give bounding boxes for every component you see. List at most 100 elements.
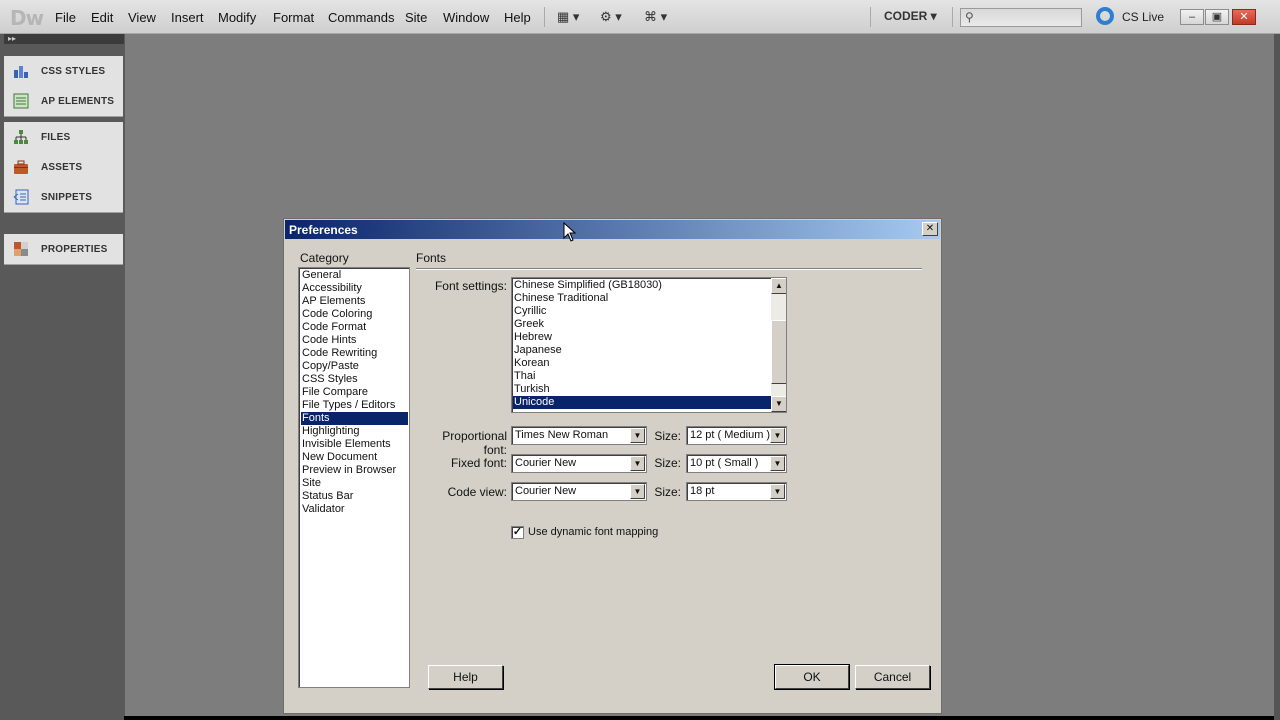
category-css-styles[interactable]: CSS Styles: [301, 373, 358, 386]
category-general[interactable]: General: [301, 269, 341, 282]
menu-site[interactable]: Site: [405, 10, 427, 25]
maximize-button[interactable]: ▣: [1205, 9, 1229, 25]
fixed-size-select[interactable]: 10 pt ( Small ) ▼: [686, 454, 787, 473]
panel-assets[interactable]: ASSETS: [4, 152, 123, 182]
proportional-size-select[interactable]: 12 pt ( Medium ) ▼: [686, 426, 787, 445]
category-preview-in-browser[interactable]: Preview in Browser: [301, 464, 396, 477]
chevron-down-icon[interactable]: ▼: [770, 428, 785, 443]
category-file-types-editors[interactable]: File Types / Editors: [301, 399, 395, 412]
menu-insert[interactable]: Insert: [171, 10, 204, 25]
category-code-coloring[interactable]: Code Coloring: [301, 308, 372, 321]
menu-modify[interactable]: Modify: [218, 10, 256, 25]
category-status-bar[interactable]: Status Bar: [301, 490, 353, 503]
search-input[interactable]: ⚲: [960, 8, 1082, 27]
menu-file[interactable]: File: [55, 10, 76, 25]
font-setting-item[interactable]: Japanese: [513, 344, 772, 357]
menu-commands[interactable]: Commands: [328, 10, 394, 25]
workspace-switcher[interactable]: CODER ▾: [884, 9, 937, 23]
panel-label: SNIPPETS: [41, 192, 93, 203]
category-code-rewriting[interactable]: Code Rewriting: [301, 347, 377, 360]
workspace-label: CODER: [884, 9, 928, 23]
cslive-icon[interactable]: [1096, 7, 1114, 25]
panel-files[interactable]: FILES: [4, 122, 123, 152]
font-list-scrollbar[interactable]: ▲ ▼: [771, 278, 786, 412]
chevron-down-icon[interactable]: ▼: [630, 484, 645, 499]
dynamic-font-mapping-label[interactable]: Use dynamic font mapping: [528, 526, 658, 538]
font-setting-item[interactable]: Cyrillic: [513, 305, 772, 318]
font-settings-list[interactable]: Chinese Simplified (GB18030) Chinese Tra…: [511, 277, 787, 413]
category-file-compare[interactable]: File Compare: [301, 386, 368, 399]
font-setting-item[interactable]: Korean: [513, 357, 772, 370]
category-validator[interactable]: Validator: [301, 503, 345, 516]
scroll-thumb[interactable]: [771, 320, 786, 384]
category-highlighting[interactable]: Highlighting: [301, 425, 359, 438]
chevron-down-icon[interactable]: ▼: [770, 484, 785, 499]
font-setting-item-selected[interactable]: Unicode: [513, 396, 772, 409]
dialog-close-button[interactable]: ✕: [922, 222, 938, 236]
proportional-font-value: Times New Roman: [515, 429, 609, 441]
font-setting-item[interactable]: Chinese Simplified (GB18030): [513, 279, 772, 292]
category-new-document[interactable]: New Document: [301, 451, 377, 464]
dock-group-files: FILES ASSETS SNIPPETS: [4, 122, 123, 213]
help-button[interactable]: Help: [428, 665, 503, 689]
gear-icon[interactable]: ⚙ ▾: [600, 9, 622, 25]
category-list[interactable]: General Accessibility AP Elements Code C…: [298, 267, 410, 688]
category-code-hints[interactable]: Code Hints: [301, 334, 356, 347]
category-copy-paste[interactable]: Copy/Paste: [301, 360, 359, 373]
menu-edit[interactable]: Edit: [91, 10, 113, 25]
panel-label: CSS STYLES: [41, 66, 106, 77]
section-divider: [416, 268, 922, 270]
category-code-format[interactable]: Code Format: [301, 321, 366, 334]
dock-group-properties: PROPERTIES: [4, 234, 123, 265]
scroll-down-icon[interactable]: ▼: [771, 396, 786, 412]
category-ap-elements[interactable]: AP Elements: [301, 295, 365, 308]
chevron-down-icon[interactable]: ▼: [770, 456, 785, 471]
font-setting-item[interactable]: Turkish: [513, 383, 772, 396]
fixed-font-label: Fixed font:: [450, 456, 507, 470]
properties-icon: [14, 242, 28, 256]
site-manager-icon[interactable]: ⌘ ▾: [644, 9, 667, 25]
proportional-font-label: Proportional font:: [442, 429, 507, 457]
panel-label: AP ELEMENTS: [41, 96, 115, 107]
font-setting-item[interactable]: Thai: [513, 370, 772, 383]
panel-dock: ▸▸ CSS STYLES AP ELEMENTS FILES ASSETS S…: [0, 34, 124, 720]
font-setting-item[interactable]: Chinese Traditional: [513, 292, 772, 305]
expand-panels-icon[interactable]: ▸▸: [4, 34, 124, 44]
font-setting-item[interactable]: Hebrew: [513, 331, 772, 344]
close-window-button[interactable]: ✕: [1232, 9, 1256, 25]
panel-label: ASSETS: [41, 162, 83, 173]
code-view-size-select[interactable]: 18 pt ▼: [686, 482, 787, 501]
chevron-down-icon[interactable]: ▼: [630, 428, 645, 443]
category-fonts[interactable]: Fonts: [301, 412, 408, 425]
panel-css-styles[interactable]: CSS STYLES: [4, 56, 123, 86]
ap-elements-icon: [13, 93, 29, 109]
menu-view[interactable]: View: [128, 10, 156, 25]
category-invisible-elements[interactable]: Invisible Elements: [301, 438, 391, 451]
category-site[interactable]: Site: [301, 477, 321, 490]
dialog-title-bar[interactable]: Preferences ✕: [285, 220, 940, 239]
cancel-button[interactable]: Cancel: [855, 665, 930, 689]
code-view-font-select[interactable]: Courier New ▼: [511, 482, 647, 501]
menu-window[interactable]: Window: [443, 10, 489, 25]
proportional-font-select[interactable]: Times New Roman ▼: [511, 426, 647, 445]
panel-ap-elements[interactable]: AP ELEMENTS: [4, 86, 123, 116]
layout-icon[interactable]: ▦ ▾: [557, 9, 579, 25]
panel-properties[interactable]: PROPERTIES: [4, 234, 123, 264]
proportional-size-value: 12 pt ( Medium ): [690, 429, 771, 441]
font-setting-item[interactable]: Greek: [513, 318, 772, 331]
code-view-font-value: Courier New: [515, 485, 577, 497]
preferences-dialog: Preferences ✕ Category General Accessibi…: [283, 218, 942, 714]
minimize-button[interactable]: –: [1180, 9, 1204, 25]
menu-format[interactable]: Format: [273, 10, 314, 25]
menu-help[interactable]: Help: [504, 10, 531, 25]
scroll-up-icon[interactable]: ▲: [771, 278, 786, 294]
panel-snippets[interactable]: SNIPPETS: [4, 182, 123, 212]
toolbar-separator: [952, 7, 953, 27]
cslive-label[interactable]: CS Live: [1122, 10, 1164, 24]
dynamic-font-mapping-checkbox[interactable]: ✓: [511, 526, 524, 539]
ok-button[interactable]: OK: [774, 664, 850, 690]
category-accessibility[interactable]: Accessibility: [301, 282, 362, 295]
chevron-down-icon[interactable]: ▼: [630, 456, 645, 471]
fixed-font-select[interactable]: Courier New ▼: [511, 454, 647, 473]
fixed-size-value: 10 pt ( Small ): [690, 457, 759, 469]
